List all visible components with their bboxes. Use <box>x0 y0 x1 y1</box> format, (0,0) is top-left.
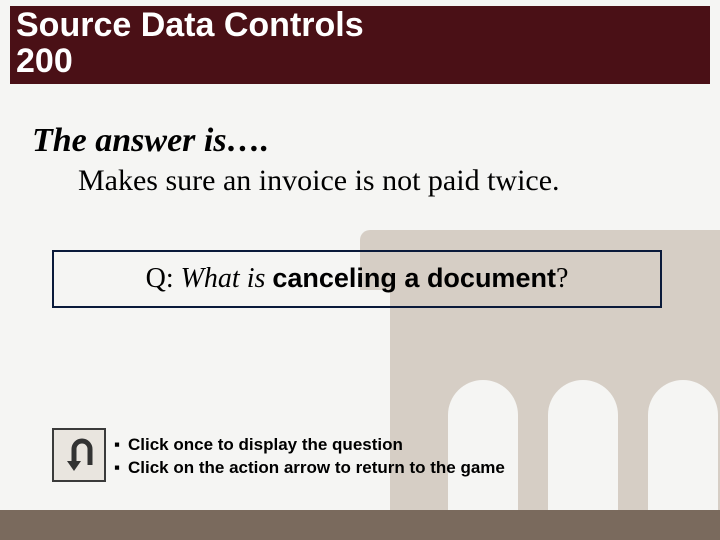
instruction-text: Click once to display the question <box>128 434 403 457</box>
question-prefix: Q: <box>146 263 181 294</box>
question-suffix: ? <box>556 263 568 294</box>
instructions: ▪ Click once to display the question ▪ C… <box>114 434 505 480</box>
category-title: Source Data Controls <box>16 8 704 44</box>
instruction-line: ▪ Click on the action arrow to return to… <box>114 457 505 480</box>
return-to-game-button[interactable] <box>52 428 106 482</box>
instruction-text: Click on the action arrow to return to t… <box>128 457 505 480</box>
answer-body: Makes sure an invoice is not paid twice. <box>78 164 560 198</box>
bullet-icon: ▪ <box>114 434 124 457</box>
question-box[interactable]: Q: What is canceling a document? <box>52 250 662 308</box>
u-turn-arrow-icon <box>59 435 99 475</box>
bottom-strip <box>0 510 720 540</box>
point-value: 200 <box>16 44 704 80</box>
question-bold: canceling a document <box>272 263 556 293</box>
question-lead: What is <box>181 263 273 294</box>
answer-lead: The answer is…. <box>32 122 269 160</box>
slide: Source Data Controls 200 The answer is….… <box>0 0 720 540</box>
instruction-line: ▪ Click once to display the question <box>114 434 505 457</box>
question-text: Q: What is canceling a document? <box>146 263 569 295</box>
title-bar: Source Data Controls 200 <box>10 6 710 84</box>
bullet-icon: ▪ <box>114 457 124 480</box>
